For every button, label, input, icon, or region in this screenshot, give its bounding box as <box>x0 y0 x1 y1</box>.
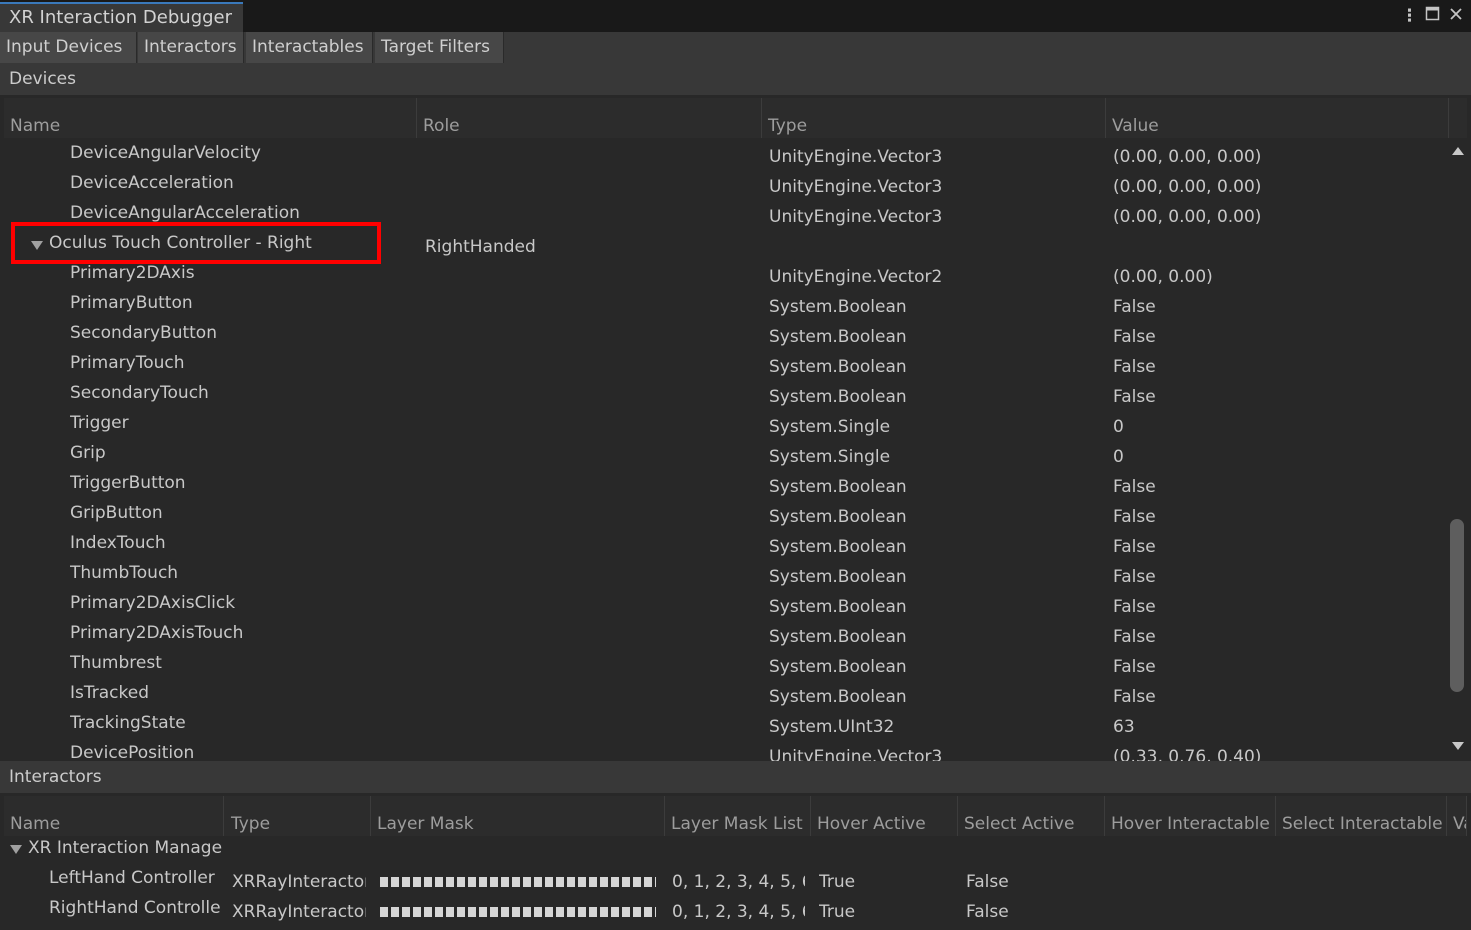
layer-mask-bar <box>380 877 656 887</box>
tab-interactors[interactable]: Interactors <box>138 32 244 63</box>
tree-row[interactable]: Primary2DAxisTouch System.Boolean False <box>4 618 1447 648</box>
tab-interactables[interactable]: Interactables <box>246 32 373 63</box>
row-type: UnityEngine.Vector3 <box>769 747 943 761</box>
column-header-name[interactable]: Name <box>4 796 224 836</box>
manager-name: XR Interaction Manager <box>28 838 222 858</box>
tree-row[interactable]: TriggerButton System.Boolean False <box>4 468 1447 498</box>
layer-mask-field[interactable] <box>380 897 656 927</box>
row-name: PrimaryButton <box>70 293 193 313</box>
tree-row[interactable]: ThumbTouch System.Boolean False <box>4 558 1447 588</box>
column-header-hover-interactable[interactable]: Hover Interactable <box>1105 796 1276 836</box>
interactors-column-header: Name Type Layer Mask Layer Mask List Hov… <box>4 796 1467 836</box>
row-value: (0.33, 0.76, 0.40) <box>1113 747 1262 761</box>
column-header-select-interactable[interactable]: Select Interactable <box>1276 796 1447 836</box>
tree-row-interaction-manager[interactable]: XR Interaction Manager <box>4 837 1467 863</box>
tree-row[interactable]: IsTracked System.Boolean False <box>4 678 1447 708</box>
row-name: ThumbTouch <box>70 563 179 583</box>
column-header-select-active[interactable]: Select Active <box>958 796 1105 836</box>
layer-mask-bar <box>380 907 656 917</box>
row-name: GripButton <box>70 503 163 523</box>
row-name: DeviceAngularVelocity <box>70 143 261 163</box>
tree-row[interactable]: Trigger System.Single 0 <box>4 408 1447 438</box>
column-header-type[interactable]: Type <box>225 796 371 836</box>
tree-row[interactable]: SecondaryButton System.Boolean False <box>4 318 1447 348</box>
interactor-name: LeftHand Controller <box>49 868 215 888</box>
tree-row[interactable]: PrimaryTouch System.Boolean False <box>4 348 1447 378</box>
tree-row[interactable]: Grip System.Single 0 <box>4 438 1447 468</box>
tree-row[interactable]: TrackingState System.UInt32 63 <box>4 708 1447 738</box>
devices-column-header: Name Role Type Value <box>4 98 1467 138</box>
interactor-row[interactable]: RightHand Controller XRRayInteractor 0, … <box>4 893 1467 923</box>
row-name: DeviceAcceleration <box>70 173 234 193</box>
column-header-role[interactable]: Role <box>417 98 762 138</box>
tab-input-devices[interactable]: Input Devices <box>0 32 137 63</box>
tree-row[interactable]: Primary2DAxisClick System.Boolean False <box>4 588 1447 618</box>
interactor-layer-mask-list: 0, 1, 2, 3, 4, 5, 6 <box>672 902 805 922</box>
column-header-type[interactable]: Type <box>762 98 1106 138</box>
row-name: Trigger <box>70 413 129 433</box>
maximize-icon-glyph <box>1425 6 1440 21</box>
tab-target-filters[interactable]: Target Filters <box>375 32 504 63</box>
column-header-name[interactable]: Name <box>4 98 417 138</box>
tab-bar: Input Devices Interactors Interactables … <box>0 32 1471 65</box>
tree-row[interactable]: Thumbrest System.Boolean False <box>4 648 1447 678</box>
column-header-valid-targets[interactable]: Valid Targets <box>1447 796 1467 836</box>
row-name: SecondaryButton <box>70 323 217 343</box>
window-tab[interactable]: XR Interaction Debugger <box>0 2 243 32</box>
column-header-layer-mask[interactable]: Layer Mask <box>371 796 665 836</box>
highlight-annotation-box <box>11 222 381 264</box>
row-name: IsTracked <box>70 683 149 703</box>
scrollbar-thumb[interactable] <box>1450 519 1464 692</box>
column-header-hover-active[interactable]: Hover Active <box>811 796 958 836</box>
column-header-value[interactable]: Value <box>1106 98 1449 138</box>
tree-row[interactable]: DevicePosition UnityEngine.Vector3 (0.33… <box>4 738 1447 761</box>
foldout-expanded-icon[interactable] <box>10 845 22 854</box>
interactor-hover-active: True <box>819 902 856 922</box>
scroll-up-arrow-icon[interactable] <box>1452 147 1464 155</box>
interactors-tree[interactable]: XR Interaction Manager LeftHand Controll… <box>4 837 1467 930</box>
close-icon-glyph <box>1450 8 1462 20</box>
maximize-icon[interactable] <box>1425 6 1440 26</box>
interactor-type: XRRayInteractor <box>232 902 366 922</box>
row-name: DevicePosition <box>70 743 195 761</box>
row-name: Grip <box>70 443 106 463</box>
column-header-layer-mask-list[interactable]: Layer Mask List <box>665 796 811 836</box>
tree-row[interactable]: DeviceAngularVelocity UnityEngine.Vector… <box>4 138 1447 168</box>
kebab-menu-icon[interactable]: ⋮ <box>1401 6 1418 26</box>
tree-row[interactable]: DeviceAcceleration UnityEngine.Vector3 (… <box>4 168 1447 198</box>
row-name: PrimaryTouch <box>70 353 185 373</box>
row-name: TriggerButton <box>70 473 186 493</box>
interactor-name: RightHand Controller <box>49 898 222 918</box>
row-name: Primary2DAxisTouch <box>70 623 244 643</box>
row-name: Thumbrest <box>70 653 162 673</box>
row-name: Primary2DAxisClick <box>70 593 236 613</box>
row-name: TrackingState <box>70 713 186 733</box>
interactor-select-active: False <box>966 902 1009 922</box>
tree-row[interactable]: IndexTouch System.Boolean False <box>4 528 1447 558</box>
scroll-down-arrow-icon[interactable] <box>1452 742 1464 750</box>
devices-vertical-scrollbar[interactable] <box>1449 139 1467 761</box>
row-name: SecondaryTouch <box>70 383 209 403</box>
tree-row[interactable]: SecondaryTouch System.Boolean False <box>4 378 1447 408</box>
interactor-row[interactable]: LeftHand Controller XRRayInteractor 0, 1… <box>4 863 1467 893</box>
tree-row[interactable]: PrimaryButton System.Boolean False <box>4 288 1447 318</box>
interactors-section-title: Interactors <box>0 761 1471 793</box>
window-title-bar: XR Interaction Debugger ⋮ <box>0 0 1471 32</box>
close-icon[interactable] <box>1449 6 1463 26</box>
row-name: IndexTouch <box>70 533 166 553</box>
devices-section-title: Devices <box>0 64 1471 95</box>
tree-row[interactable]: GripButton System.Boolean False <box>4 498 1447 528</box>
